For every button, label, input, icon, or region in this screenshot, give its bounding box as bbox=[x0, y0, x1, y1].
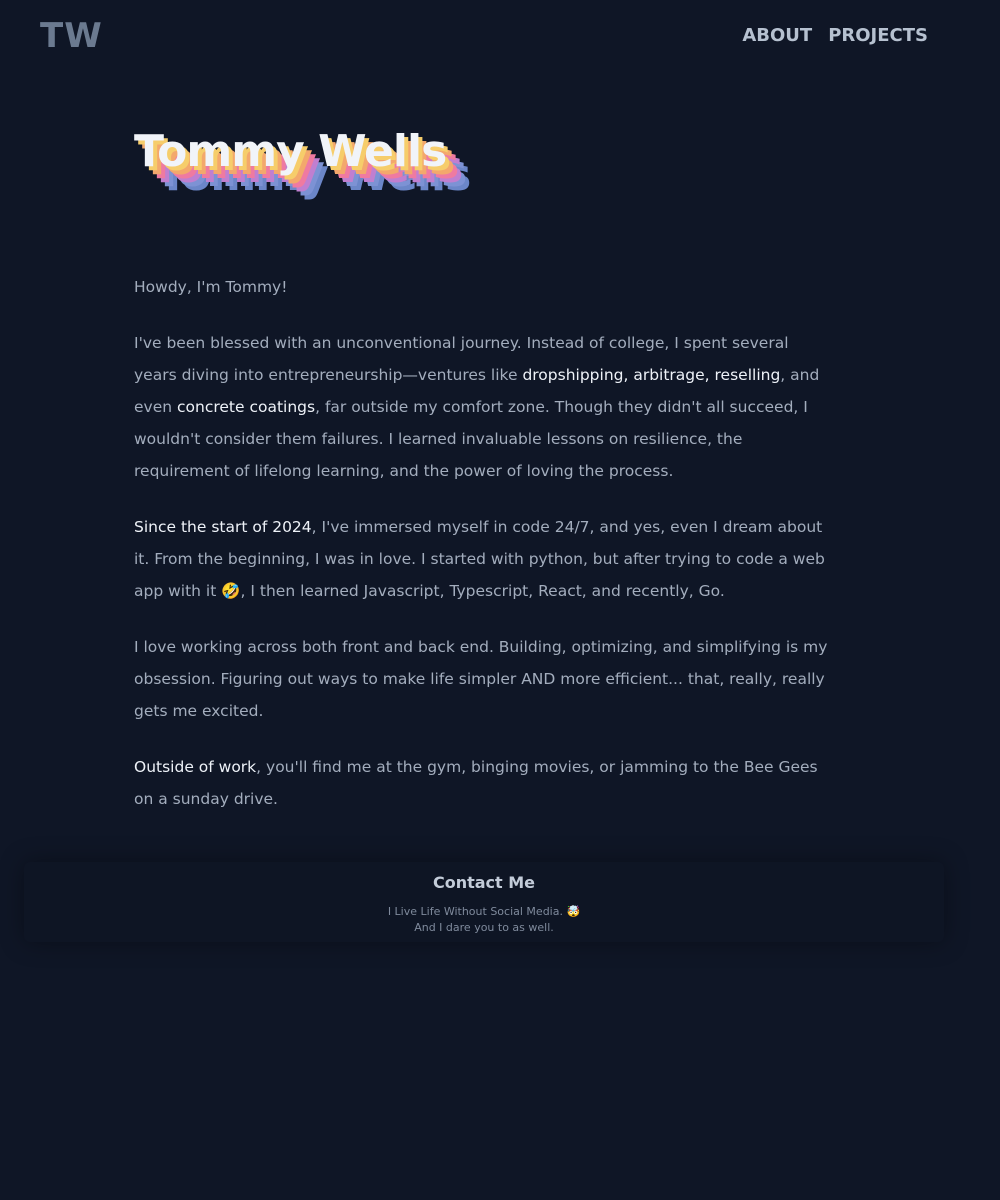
journey-paragraph: I've been blessed with an unconventional… bbox=[134, 327, 834, 487]
hero-name-heading: Tommy Wells bbox=[134, 126, 447, 177]
contact-footer: Contact Me I Live Life Without Social Me… bbox=[24, 862, 944, 942]
nav-about-link[interactable]: ABOUT bbox=[742, 24, 812, 48]
hobbies-paragraph: Outside of work, you'll find me at the g… bbox=[134, 751, 834, 815]
contact-note-line1: I Live Life Without Social Media. 🤯 bbox=[387, 905, 581, 918]
coding-paragraph: Since the start of 2024, I've immersed m… bbox=[134, 511, 834, 607]
about-section: Howdy, I'm Tommy! I've been blessed with… bbox=[134, 271, 834, 839]
nav-projects-link[interactable]: PROJECTS bbox=[828, 24, 928, 48]
greeting-text: Howdy, I'm Tommy! bbox=[134, 278, 288, 296]
coding-text-end: , I then learned Javascript, Typescript,… bbox=[240, 582, 725, 600]
logo-link[interactable]: TW bbox=[40, 14, 103, 58]
outside-of-work-link[interactable]: Outside of work bbox=[134, 758, 256, 776]
page: TW ABOUT PROJECTS Tommy Wells Howdy, I'm… bbox=[0, 0, 1000, 1200]
contact-title: Contact Me bbox=[432, 873, 536, 892]
main-nav: ABOUT PROJECTS bbox=[742, 24, 928, 48]
since-2024-link[interactable]: Since the start of 2024 bbox=[134, 518, 312, 536]
fullstack-paragraph: I love working across both front and bac… bbox=[134, 638, 828, 720]
contact-note-line2: And I dare you to as well. bbox=[414, 921, 554, 934]
laughing-emoji-icon: 🤣 bbox=[221, 582, 241, 600]
ventures-link[interactable]: dropshipping, arbitrage, reselling bbox=[522, 366, 780, 384]
concrete-coatings-link[interactable]: concrete coatings bbox=[177, 398, 315, 416]
